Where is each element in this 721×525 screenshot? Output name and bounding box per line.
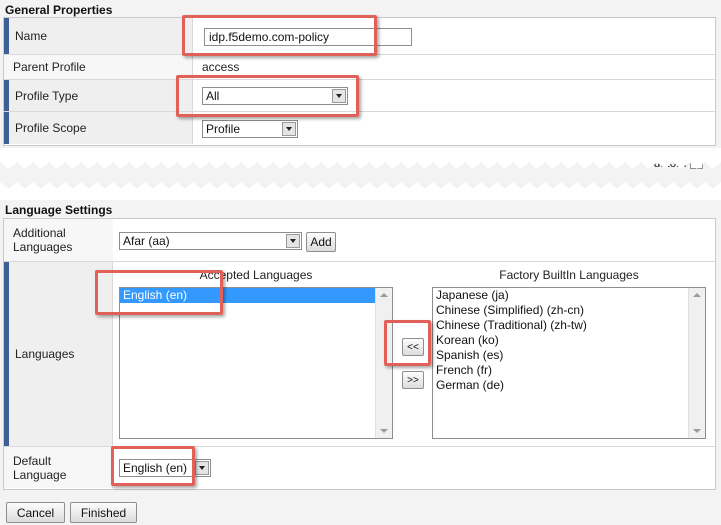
accepted-languages-list[interactable]: English (en): [119, 287, 393, 439]
chevron-down-icon[interactable]: [286, 234, 300, 248]
name-field[interactable]: [204, 28, 412, 46]
parent-profile-value: access: [202, 60, 240, 74]
move-left-button[interactable]: <<: [402, 338, 424, 356]
general-properties-table: Name Parent Profile access Profile Type …: [3, 17, 716, 146]
accepted-language-item[interactable]: English (en): [120, 288, 375, 303]
profile-scope-label: Profile Scope: [4, 112, 193, 144]
general-properties-title: General Properties: [5, 3, 113, 17]
parent-profile-row: Parent Profile access: [4, 55, 715, 80]
profile-type-row: Profile Type All: [4, 80, 715, 112]
chevron-down-icon[interactable]: [195, 461, 209, 475]
move-right-button[interactable]: >>: [402, 371, 424, 389]
name-label: Name: [4, 18, 193, 54]
builtin-language-item[interactable]: Spanish (es): [433, 348, 705, 363]
default-language-select[interactable]: English (en): [119, 459, 211, 477]
builtin-language-item[interactable]: Japanese (ja): [433, 288, 705, 303]
chevron-down-icon[interactable]: [332, 89, 346, 103]
builtin-scrollbar[interactable]: [688, 288, 705, 438]
profile-scope-row: Profile Scope Profile: [4, 112, 715, 144]
cancel-button[interactable]: Cancel: [6, 502, 65, 523]
additional-languages-select[interactable]: Afar (aa): [119, 232, 302, 250]
default-language-label: Default Language: [4, 447, 113, 488]
default-language-value: English (en): [123, 461, 188, 475]
builtin-language-item[interactable]: Korean (ko): [433, 333, 705, 348]
add-language-button[interactable]: Add: [306, 232, 336, 252]
scroll-up-icon[interactable]: [693, 293, 701, 297]
finished-button[interactable]: Finished: [70, 502, 137, 523]
builtin-languages-header: Factory BuiltIn Languages: [499, 268, 639, 282]
profile-type-select[interactable]: All: [202, 87, 348, 105]
parent-profile-label: Parent Profile: [4, 55, 193, 79]
profile-scope-select[interactable]: Profile: [202, 120, 298, 138]
languages-label: Languages: [4, 262, 113, 446]
builtin-language-item[interactable]: French (fr): [433, 363, 705, 378]
builtin-language-item[interactable]: Chinese (Traditional) (zh-tw): [433, 318, 705, 333]
builtin-language-item[interactable]: Chinese (Simplified) (zh-cn): [433, 303, 705, 318]
profile-scope-value: Profile: [206, 122, 241, 136]
additional-languages-row: Additional Languages Afar (aa) Add: [4, 219, 715, 262]
accepted-scrollbar[interactable]: [375, 288, 392, 438]
torn-paper-edge: [0, 148, 721, 200]
builtin-language-item[interactable]: German (de): [433, 378, 705, 393]
scroll-up-icon[interactable]: [380, 293, 388, 297]
scroll-down-icon[interactable]: [380, 429, 388, 433]
builtin-languages-list[interactable]: Japanese (ja) Chinese (Simplified) (zh-c…: [432, 287, 706, 439]
name-row: Name: [4, 18, 715, 55]
language-settings-title: Language Settings: [5, 203, 113, 217]
chevron-down-icon[interactable]: [282, 122, 296, 136]
torn-edge-separator: Custom: [0, 148, 721, 200]
scroll-down-icon[interactable]: [693, 429, 701, 433]
accepted-languages-header: Accepted Languages: [199, 268, 313, 282]
default-language-row: Default Language English (en): [4, 447, 715, 488]
profile-type-value: All: [206, 89, 220, 103]
profile-type-label: Profile Type: [4, 80, 193, 111]
additional-languages-value: Afar (aa): [123, 234, 170, 248]
language-settings-table: Additional Languages Afar (aa) Add Langu…: [3, 218, 716, 490]
languages-row: Languages Accepted Languages English (en…: [4, 262, 715, 447]
